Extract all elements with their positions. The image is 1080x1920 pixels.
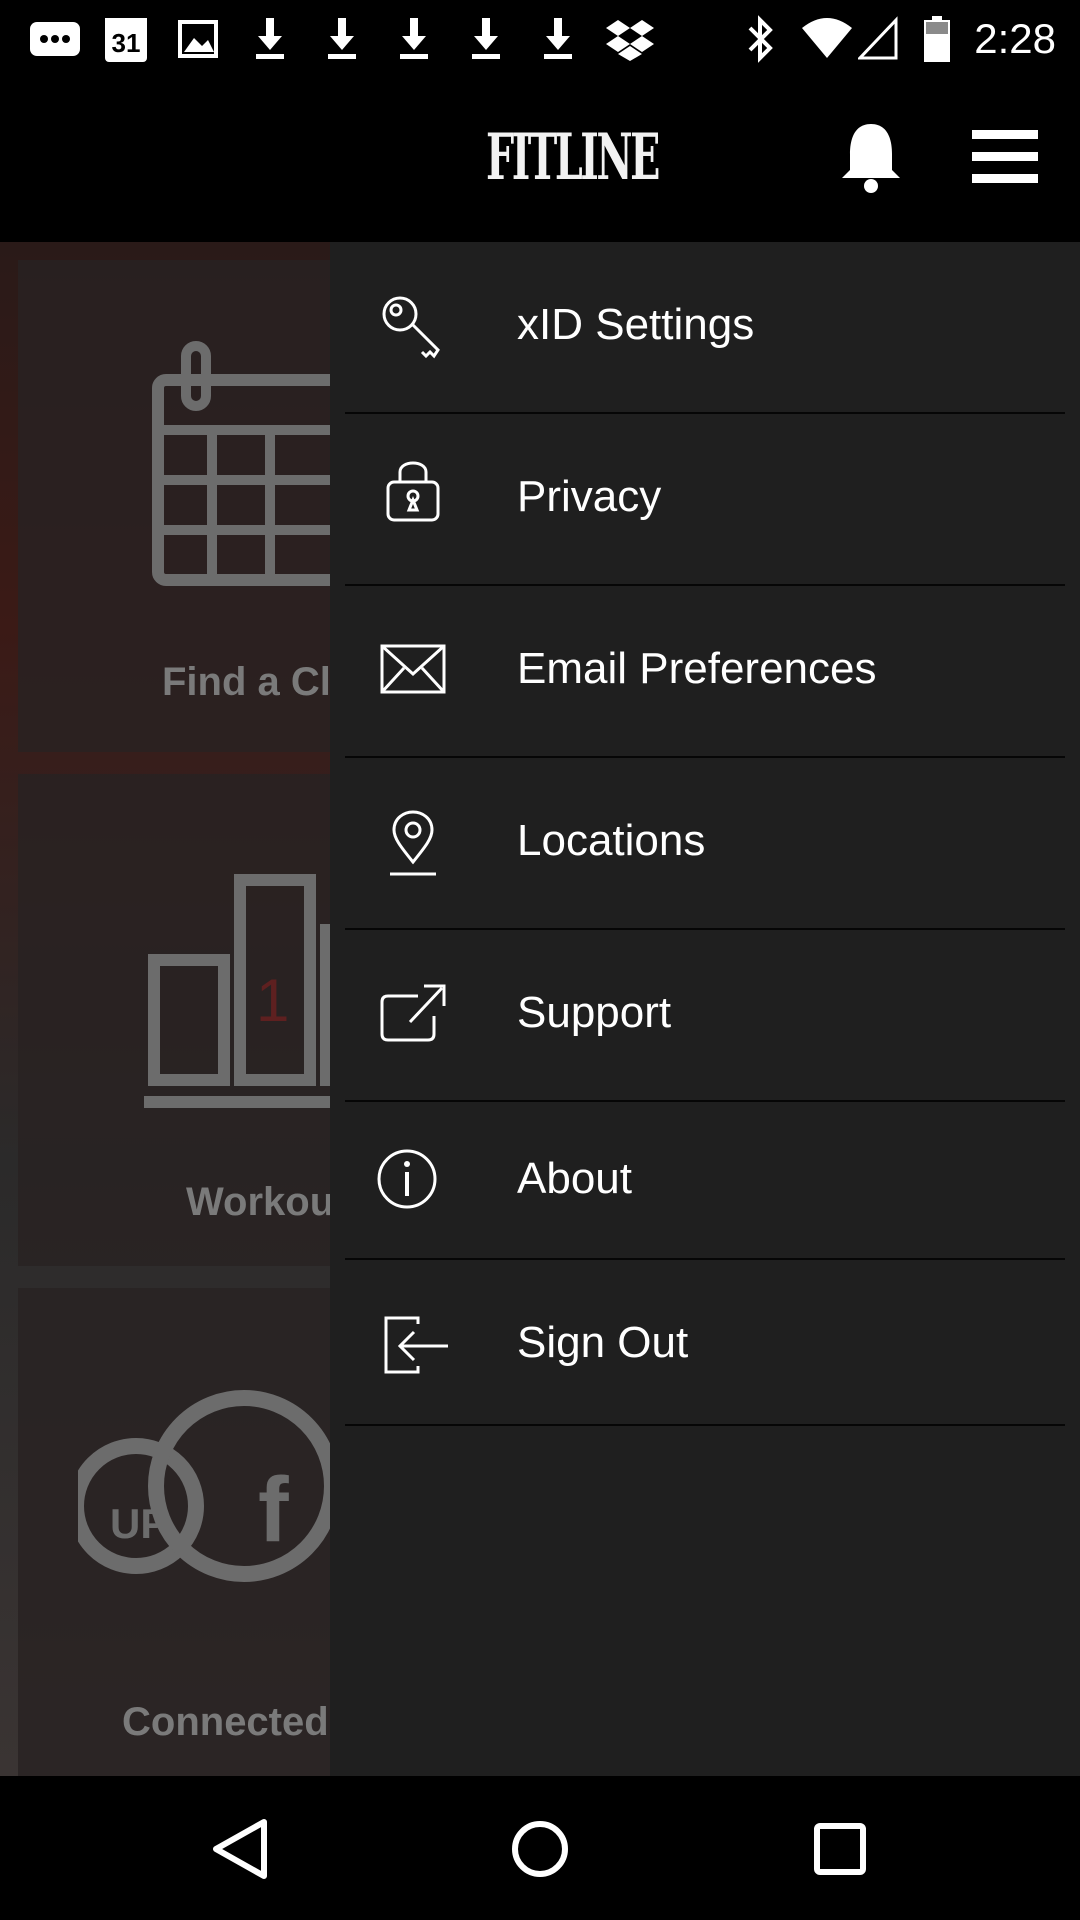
tile-label: Workou <box>186 1180 335 1224</box>
menu-item-sign-out[interactable]: Sign Out <box>330 1260 1080 1430</box>
find-class-tile[interactable]: Find a Cla <box>18 260 336 752</box>
bell-icon[interactable] <box>838 120 904 194</box>
calendar-day: 31 <box>111 28 141 58</box>
menu-item-email-preferences[interactable]: Email Preferences <box>330 586 1080 756</box>
menu-item-label: About <box>517 1154 632 1203</box>
menu-item-label: Email Preferences <box>517 644 877 693</box>
bluetooth-icon <box>748 15 773 63</box>
recents-icon[interactable] <box>795 1804 885 1894</box>
download-icon <box>472 18 500 59</box>
tile-label: Find a Cla <box>162 660 336 704</box>
menu-item-support[interactable]: Support <box>330 930 1080 1100</box>
wifi-icon <box>802 18 852 58</box>
menu-item-label: Privacy <box>517 472 662 521</box>
connected-tile[interactable]: UP f Connected <box>18 1288 336 1776</box>
key-icon <box>382 296 440 359</box>
bar-chart-icon <box>144 874 336 1108</box>
download-icon <box>400 18 428 59</box>
location-pin-icon <box>390 810 436 876</box>
image-icon <box>178 20 218 58</box>
external-link-icon <box>380 984 446 1042</box>
workout-value: 1 <box>256 967 290 1034</box>
workouts-tile[interactable]: 1 Workou <box>18 774 336 1266</box>
sms-icon <box>30 22 80 56</box>
menu-item-locations[interactable]: Locations <box>330 758 1080 928</box>
download-icon <box>544 18 572 59</box>
connected-apps-icon <box>78 1390 336 1582</box>
menu-item-label: Locations <box>517 816 706 865</box>
side-drawer-menu: xID Settings Privacy Email Preferences L… <box>330 242 1080 1776</box>
system-nav-bar <box>0 1776 1080 1920</box>
menu-item-label: Support <box>517 988 672 1037</box>
download-icon <box>328 18 356 59</box>
signal-icon <box>858 16 898 60</box>
info-icon <box>377 1149 437 1209</box>
calendar-icon <box>152 341 336 586</box>
divider <box>345 1424 1065 1426</box>
home-icon[interactable] <box>495 1804 585 1894</box>
battery-icon <box>924 16 950 62</box>
menu-item-xid-settings[interactable]: xID Settings <box>330 242 1080 412</box>
menu-item-label: Sign Out <box>517 1318 689 1367</box>
back-icon[interactable] <box>196 1804 286 1894</box>
tile-label: Connected <box>122 1700 329 1744</box>
envelope-icon <box>380 644 446 694</box>
calendar-icon: 31 <box>104 14 148 64</box>
app-logo: FITLINE <box>486 120 660 195</box>
lock-icon <box>386 461 440 522</box>
app-badge-up: UP <box>110 1500 169 1547</box>
status-time: 2:28 <box>974 15 1056 62</box>
hamburger-menu-icon[interactable] <box>970 128 1040 186</box>
sign-out-icon <box>384 1316 448 1374</box>
dropbox-icon <box>606 20 654 61</box>
app-header: FITLINE <box>0 78 1080 242</box>
status-bar: 31 2:28 <box>0 0 1080 78</box>
download-icon <box>256 18 284 59</box>
menu-item-privacy[interactable]: Privacy <box>330 414 1080 584</box>
menu-item-label: xID Settings <box>517 300 755 349</box>
menu-item-about[interactable]: About <box>330 1102 1080 1258</box>
app-letter-f: f <box>258 1459 289 1561</box>
